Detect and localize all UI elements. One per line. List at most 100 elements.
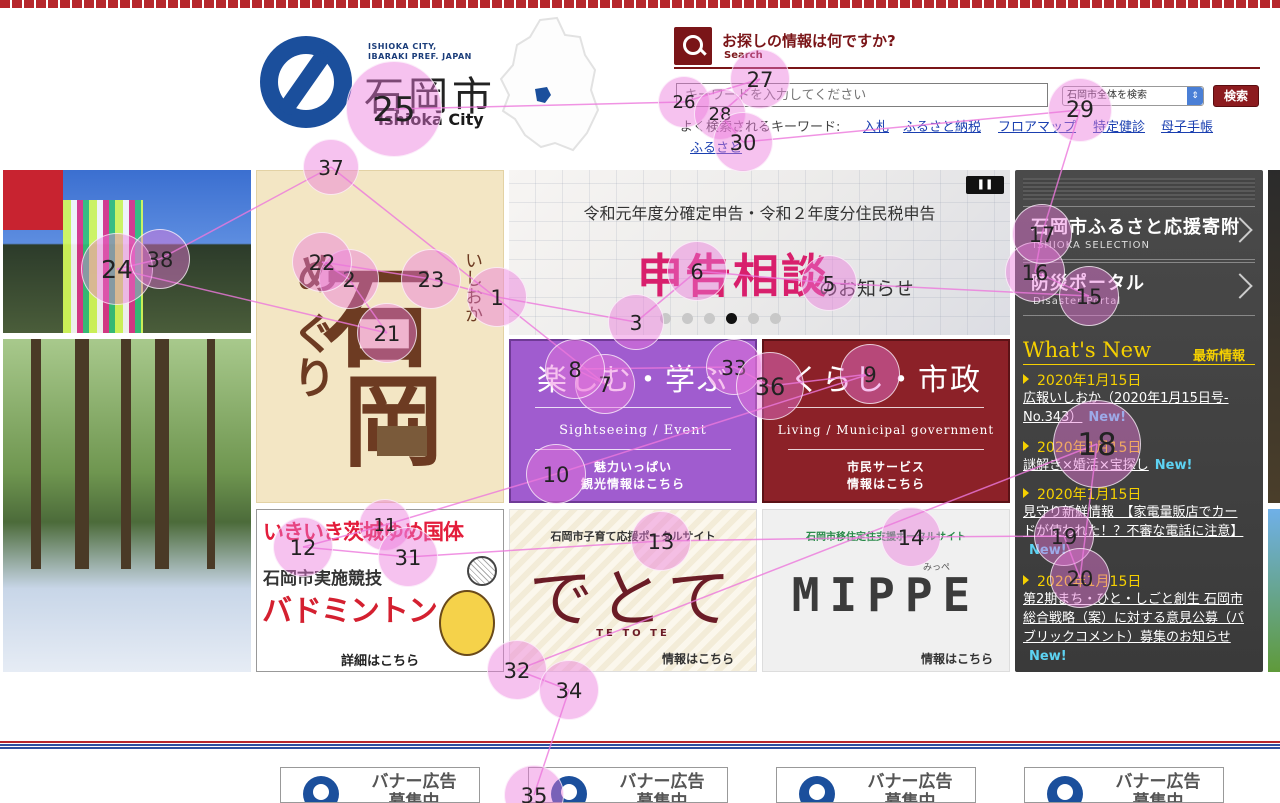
news-date: 2020年1月15日 <box>1023 437 1141 457</box>
kokutai-badminton-banner[interactable]: いきいき茨城ゆめ国体 石岡市実施競技 バドミントン 詳細はこちら <box>256 509 504 672</box>
banner-ad-slot[interactable]: バナー広告 募集中 <box>776 767 976 803</box>
kokutai-detail-link: 詳細はこちら <box>341 654 420 669</box>
slider-main-text: 申告相談 <box>637 249 829 303</box>
banner-ad-slot[interactable]: バナー広告 募集中 <box>280 767 480 803</box>
keyword-link-tokutei-kenshin[interactable]: 特定健診 <box>1093 116 1145 135</box>
slider-dot[interactable] <box>704 313 715 324</box>
slider-dot[interactable] <box>748 313 759 324</box>
prefecture-map-icon <box>499 16 600 152</box>
triangle-bullet-icon <box>1023 374 1029 384</box>
search-scope-value: 石岡市全体を検索 <box>1067 90 1147 101</box>
slider-dot[interactable] <box>770 313 781 324</box>
chevron-down-icon: ⇕ <box>1187 87 1203 105</box>
search-input[interactable] <box>676 83 1048 107</box>
banner-ad-line1: バナー広告 <box>619 772 705 792</box>
news-item[interactable]: 第2期まち・ひと・しごと創生 石岡市総合戦略（案）に対する意見公募（パブリックコ… <box>1023 590 1249 666</box>
tree-trunk <box>31 339 41 569</box>
keyword-link-floor-map[interactable]: フロアマップ <box>998 116 1076 135</box>
mippe-logo: MIPPE <box>791 568 981 622</box>
search-scope-select[interactable]: 石岡市全体を検索 ⇕ <box>1062 86 1204 106</box>
slider-dot[interactable] <box>682 313 693 324</box>
main-slider[interactable]: 令和元年度分確定申告・令和２年度分住民税申告 申告相談 のお知らせ <box>509 170 1010 335</box>
meguri-char-2: 岡 <box>343 363 443 481</box>
top-decorative-band <box>0 0 1280 8</box>
living-caption: 市民サービス 情報はこちら <box>764 459 1008 493</box>
tile-divider <box>788 407 984 408</box>
train-illustration-icon <box>377 426 427 456</box>
search-subtitle: Search <box>724 50 763 61</box>
triangle-bullet-icon <box>1023 575 1029 585</box>
banner-ad-text: バナー広告 募集中 <box>855 772 965 803</box>
ishioka-meguri-banner[interactable]: 石 岡 め ぐり いしおか <box>256 170 504 503</box>
meguri-char-4: ぐり <box>284 311 335 399</box>
banner-ad-text: バナー広告 募集中 <box>1103 772 1213 803</box>
tree-trunk <box>207 339 215 569</box>
sightseeing-title: 楽しむ・学ぶ <box>537 363 729 398</box>
news-date-text: 2020年1月15日 <box>1037 440 1142 456</box>
disaster-portal-button[interactable]: 防災ポータル Disaster Portal <box>1023 262 1255 316</box>
sightseeing-caption-line1: 魅力いっぱい <box>593 460 672 474</box>
tile-divider <box>535 449 731 450</box>
detote-childcare-banner[interactable]: 石岡市子育て応援ポータルサイト でとて TE TO TE 情報はこちら <box>509 509 757 672</box>
banner-ad-line2: 募集中 <box>884 792 936 803</box>
news-link[interactable]: 謎解き×婚活×宝探し <box>1023 458 1149 473</box>
banner-ad-slot[interactable]: バナー広告 募集中 <box>528 767 728 803</box>
triangle-bullet-icon <box>1023 488 1029 498</box>
slider-dot[interactable] <box>726 313 737 324</box>
banner-ad-line2: 募集中 <box>1132 792 1184 803</box>
banner-ad-slot[interactable]: バナー広告 募集中 <box>1024 767 1224 803</box>
news-date-text: 2020年1月15日 <box>1037 574 1142 590</box>
news-date-text: 2020年1月15日 <box>1037 373 1142 389</box>
mippe-header: 石岡市移住定住支援ポータルサイト <box>806 532 966 543</box>
banner-ad-line1: バナー広告 <box>1115 772 1201 792</box>
tree-trunk <box>75 339 89 569</box>
mascot-icon <box>439 590 495 656</box>
sightseeing-caption-line2: 観光情報はこちら <box>580 477 685 491</box>
detote-logo: でとて <box>528 563 738 637</box>
kokutai-sport: バドミントン <box>262 594 438 629</box>
news-date: 2020年1月15日 <box>1023 571 1141 591</box>
furusato-donation-button[interactable]: 石岡市ふるさと応援寄附 ISHIOKA SELECTION <box>1023 206 1255 260</box>
slider-pause-button[interactable]: ❚❚ <box>966 176 1004 194</box>
keyword-link-furusato[interactable]: ふるさと <box>690 137 742 156</box>
news-item[interactable]: 広報いしおか（2020年1月15日号-No.343） New! <box>1023 389 1249 427</box>
popular-keywords-label: よく検索されるキーワード: <box>680 120 841 135</box>
sightseeing-event-tile[interactable]: 楽しむ・学ぶ Sightseeing / Event 魅力いっぱい 観光情報はこ… <box>509 339 757 503</box>
sightseeing-caption: 魅力いっぱい 観光情報はこちら <box>511 459 755 493</box>
new-badge: New! <box>1029 543 1067 558</box>
news-item[interactable]: 謎解き×婚活×宝探し New! <box>1023 456 1249 475</box>
panel-stripe <box>1023 178 1255 200</box>
keyword-link-furusato-nozei[interactable]: ふるさと納税 <box>903 116 981 135</box>
chevron-right-icon <box>1227 273 1253 299</box>
city-logo-icon <box>1047 776 1083 802</box>
city-logo-icon <box>551 776 587 802</box>
keyword-link-boshi-techo[interactable]: 母子手帳 <box>1161 116 1213 135</box>
mippe-relocation-banner[interactable]: 石岡市移住定住支援ポータルサイト みっぺ MIPPE 情報はこちら <box>762 509 1010 672</box>
news-link[interactable]: 見守り新鮮情報 【家電量販店でカードが使われた！？不審な電話に注意】 <box>1023 505 1243 539</box>
triangle-bullet-icon <box>1023 441 1029 451</box>
living-municipal-tile[interactable]: くらし・市政 Living / Municipal government 市民サ… <box>762 339 1010 503</box>
search-button[interactable]: 検索 <box>1213 85 1259 107</box>
news-link[interactable]: 第2期まち・ひと・しごと創生 石岡市総合戦略（案）に対する意見公募（パブリックコ… <box>1023 592 1244 645</box>
search-divider <box>674 67 1260 69</box>
furusato-title: 石岡市ふるさと応援寄附 <box>1031 217 1240 238</box>
banner-ad-line2: 募集中 <box>636 792 688 803</box>
next-panel-sliver <box>1268 170 1280 503</box>
search-icon <box>674 27 712 65</box>
keyword-link-nyusatsu[interactable]: 入札 <box>863 116 889 135</box>
new-badge: New! <box>1029 649 1067 664</box>
city-name-en[interactable]: Ishioka City <box>378 110 484 129</box>
furusato-sub: ISHIOKA SELECTION <box>1033 240 1150 251</box>
detote-header: 石岡市子育て応援ポータルサイト <box>550 530 716 543</box>
forest-iris-photo[interactable] <box>3 339 251 672</box>
slider-dot[interactable] <box>660 313 671 324</box>
festival-photo[interactable] <box>3 170 251 333</box>
news-item[interactable]: 見守り新鮮情報 【家電量販店でカードが使われた！？不審な電話に注意】 New! <box>1023 503 1249 560</box>
living-caption-line2: 情報はこちら <box>846 477 925 491</box>
whats-new-heading: What's New <box>1023 338 1152 362</box>
tile-divider <box>788 449 984 450</box>
badminton-racket-icon <box>467 556 497 586</box>
new-badge: New! <box>1088 410 1127 425</box>
city-logo-icon[interactable] <box>260 36 352 128</box>
kokutai-title: いきいき茨城ゆめ国体 <box>263 520 464 544</box>
